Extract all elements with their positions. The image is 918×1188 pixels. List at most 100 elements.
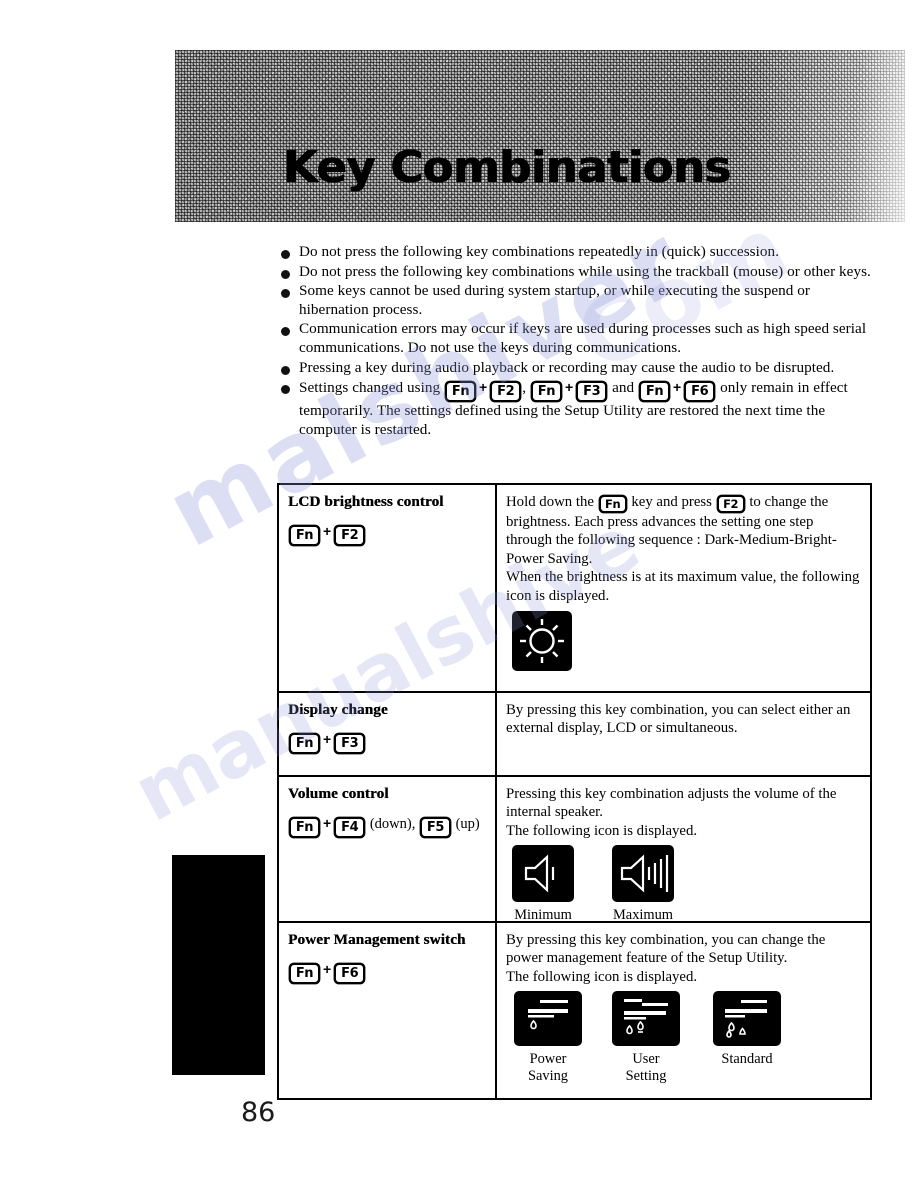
table-row: Power Management switch Fn + F6 By pressin… <box>279 923 870 1098</box>
user-setting-icon <box>612 991 680 1047</box>
keycap-fn: Fn <box>289 817 320 838</box>
desc-part-2: key and press <box>631 494 712 510</box>
comma-sep: , <box>522 379 527 397</box>
row-description-line2: The following icon is displayed. <box>506 822 698 839</box>
plus-sign: + <box>323 523 332 539</box>
row-key-cell: Volume control Fn + F4 (down), F5 (up) <box>279 777 497 921</box>
row-description-cell: By pressing this key combination, you ca… <box>497 923 870 1098</box>
note-lead: Settings changed using <box>299 379 441 397</box>
page-number: 86 <box>241 1097 276 1128</box>
caption-line-2: Setting <box>625 1068 667 1085</box>
user-setting-caption: User Setting <box>610 1051 682 1085</box>
page-header-banner <box>175 50 905 222</box>
volume-maximum-icon-wrap: Maximum <box>612 845 674 924</box>
row-title: Display change <box>288 701 388 718</box>
icon-group: Minimum Maximum <box>512 845 862 924</box>
key-suffix-up: (up) <box>455 816 480 832</box>
notes-list: Do not press the following key combinati… <box>281 243 881 440</box>
power-saving-icon <box>514 991 582 1047</box>
note-text: Pressing a key during audio playback or … <box>299 358 835 376</box>
volume-maximum-caption: Maximum <box>613 907 673 924</box>
bullet-dot-icon <box>281 327 290 337</box>
keycap-f3: F3 <box>334 733 366 754</box>
standard-icon <box>713 991 781 1047</box>
bullet-dot-icon <box>281 250 290 259</box>
user-setting-icon-wrap: User Setting <box>610 991 682 1085</box>
list-item: Do not press the following key combinati… <box>281 263 881 282</box>
bullet-dot-icon <box>281 385 290 395</box>
plus-sign: + <box>479 379 488 396</box>
key-combinations-table: LCD brightness control Fn + F2 Hold down t… <box>277 483 872 1100</box>
note-text: Communication errors may occur if keys a… <box>299 320 867 356</box>
keycap-fn: Fn <box>289 525 320 546</box>
plus-sign: + <box>673 379 682 396</box>
keycap-f2: F2 <box>716 495 745 513</box>
row-title: LCD brightness control <box>288 493 444 510</box>
keycap-f6: F6 <box>684 381 716 403</box>
keycap-fn: Fn <box>289 963 320 984</box>
row-keycombo: Fn + F3 <box>288 731 495 754</box>
table-row: LCD brightness control Fn + F2 Hold down t… <box>279 485 870 693</box>
row-description: Pressing this key combination adjusts th… <box>506 786 837 821</box>
key-suffix-down: (down), <box>369 816 416 832</box>
edge-tab-marker <box>172 855 265 1075</box>
row-keycombo: Fn + F4 (down), F5 (up) <box>288 815 495 838</box>
bullet-dot-icon <box>281 365 290 375</box>
keycap-f4: F4 <box>334 817 366 838</box>
keycap-f2: F2 <box>334 525 366 546</box>
keycap-f3: F3 <box>576 381 608 403</box>
row-description-cell: Pressing this key combination adjusts th… <box>497 777 870 924</box>
icon-group <box>512 611 862 676</box>
keycap-f5: F5 <box>419 817 451 838</box>
bullet-dot-icon <box>281 289 290 299</box>
row-keycombo: Fn + F6 <box>288 961 495 984</box>
list-item-key-combos: Settings changed using Fn + F2, Fn + F3 and … <box>281 378 881 439</box>
row-title: Power Management switch <box>288 931 466 948</box>
caption-line-2: Saving <box>528 1068 568 1085</box>
plus-sign: + <box>323 815 332 831</box>
bullet-dot-icon <box>281 269 290 279</box>
table-row: Display change Fn + F3 By pressing this ke… <box>279 693 870 777</box>
row-title: Volume control <box>288 785 389 802</box>
row-key-cell: Display change Fn + F3 <box>279 693 497 775</box>
row-description: By pressing this key combination, you ca… <box>506 932 826 967</box>
volume-minimum-icon <box>512 845 574 903</box>
caption-line-1: User <box>632 1051 660 1068</box>
standard-caption: Standard <box>708 1051 786 1068</box>
volume-minimum-caption: Minimum <box>514 907 572 924</box>
brightness-max-icon-wrap <box>512 611 572 676</box>
row-description-line2: The following icon is displayed. <box>506 968 698 985</box>
plus-sign: + <box>323 731 332 747</box>
keycap-fn: Fn <box>639 381 671 403</box>
row-description: Hold down the Fn key and press F2 to cha… <box>506 493 862 568</box>
note-text: Do not press the following key combinati… <box>299 262 871 280</box>
plus-sign: + <box>323 961 332 977</box>
and-sep: and <box>612 379 635 397</box>
power-saving-icon-wrap: Power Saving <box>512 991 584 1085</box>
note-text: Some keys cannot be used during system s… <box>299 282 811 318</box>
row-keycombo: Fn + F2 <box>288 523 495 546</box>
desc-part-1: Hold down the <box>506 494 594 510</box>
power-saving-caption: Power Saving <box>512 1051 584 1085</box>
note-text: Do not press the following key combinati… <box>299 243 780 260</box>
keycap-fn: Fn <box>530 381 562 403</box>
standard-icon-wrap: Standard <box>708 991 786 1068</box>
keycap-fn: Fn <box>598 495 627 513</box>
note-text-with-keycaps: Settings changed using Fn + F2, Fn + F3 and … <box>299 378 881 439</box>
list-item: Some keys cannot be used during system s… <box>281 282 881 319</box>
manual-page: Key Combinations Do not press the follow… <box>0 0 918 1188</box>
list-item: Communication errors may occur if keys a… <box>281 320 881 357</box>
keycap-f2: F2 <box>490 381 522 403</box>
keycap-f6: F6 <box>334 963 366 984</box>
volume-maximum-icon <box>612 845 674 903</box>
row-description-cell: By pressing this key combination, you ca… <box>497 693 870 775</box>
page-title: Key Combinations <box>283 142 731 193</box>
table-row: Volume control Fn + F4 (down), F5 (up) Pre… <box>279 777 870 923</box>
list-item: Do not press the following key combinati… <box>281 243 881 262</box>
row-key-cell: Power Management switch Fn + F6 <box>279 923 497 1098</box>
list-item: Pressing a key during audio playback or … <box>281 359 881 378</box>
row-description: By pressing this key combination, you ca… <box>506 702 851 737</box>
row-description-cell: Hold down the Fn key and press F2 to cha… <box>497 485 870 691</box>
caption-line-1: Standard <box>721 1051 773 1068</box>
row-description-line2: When the brightness is at its maximum va… <box>506 569 860 604</box>
